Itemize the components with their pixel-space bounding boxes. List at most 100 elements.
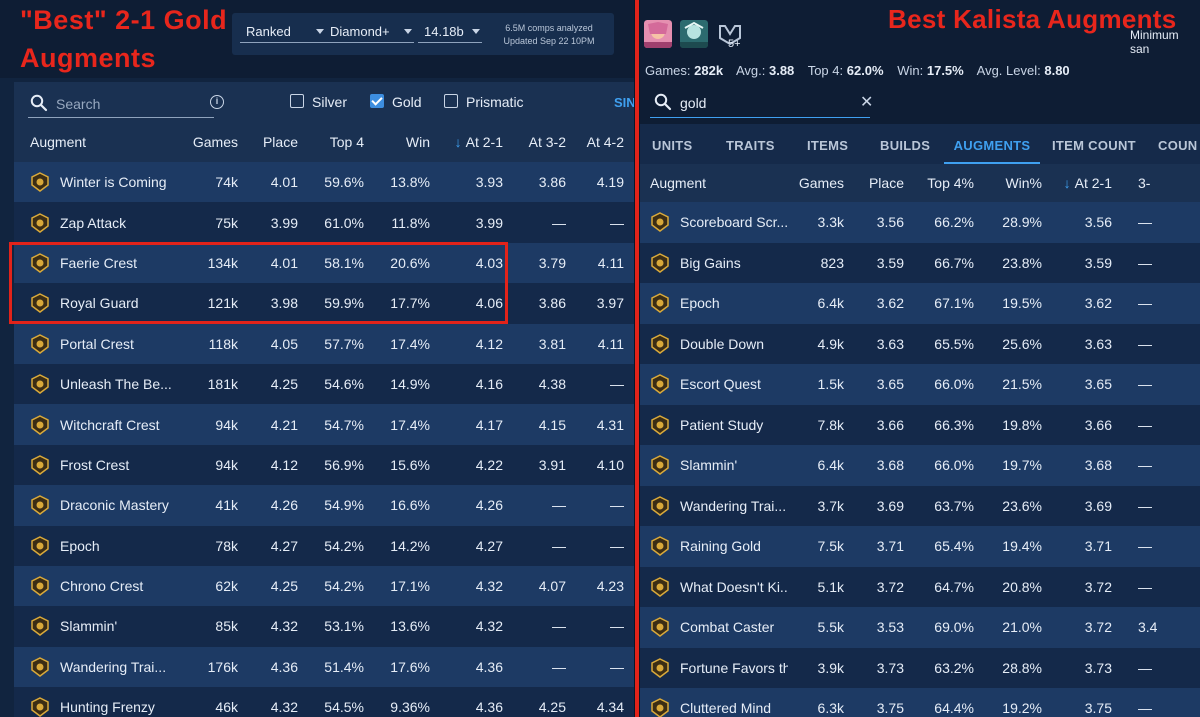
tab-sin-partial[interactable]: SIN [614,95,634,110]
cell-extra: — [1122,202,1200,243]
table-row[interactable]: Wandering Trai... 176k 4.36 51.4% 17.6% 4.36—… [14,646,634,688]
cell-top4: 66.7% [914,242,984,283]
cell-games: 6.4k [788,283,854,324]
info-icon[interactable]: i [210,95,224,109]
table-row[interactable]: Combat Caster 5.5k 3.53 69.0% 21.0% 3.72 3.4 [640,607,1200,648]
clear-search-icon[interactable]: ✕ [860,92,873,112]
col-at21-header[interactable]: ↓ At 2-1 [440,122,513,162]
cell-games: 3.3k [788,202,854,243]
mode-dropdown[interactable]: Ranked [240,21,326,43]
big-gains-icon [651,252,669,273]
cell-at32: 3.91 [513,444,576,486]
search-filter-row: i Silver Gold Prismatic SIN [14,82,634,122]
table-row[interactable]: Slammin' 6.4k 3.68 66.0% 19.7% 3.68— [640,445,1200,486]
cell-place: 3.59 [854,242,914,283]
cell-at21: 3.59 [1052,242,1122,283]
left-panel: "Best" 2-1 Gold Augments Ranked Diamond+… [0,0,634,717]
cell-place: 4.27 [248,525,308,566]
cell-place: 3.63 [854,323,914,364]
table-row[interactable]: Big Gains 823 3.59 66.7% 23.8% 3.59— [640,242,1200,283]
cell-top4: 63.2% [914,647,984,688]
augment-cell: Raining Gold [640,526,788,567]
cell-place: 3.72 [854,566,914,607]
cell-win: 19.2% [984,688,1052,717]
cell-top4: 67.1% [914,283,984,324]
table-row[interactable]: Double Down 4.9k 3.63 65.5% 25.6% 3.63— [640,323,1200,364]
augment-search-input[interactable] [680,93,830,113]
table-row[interactable]: Escort Quest 1.5k 3.65 66.0% 21.5% 3.65— [640,364,1200,405]
col-top4-header[interactable]: Top 4 [308,122,374,162]
cell-games: 62k [182,565,248,607]
col-win-header[interactable]: Win% [984,164,1052,202]
cell-at21: 3.63 [1052,323,1122,364]
col-augment-header[interactable]: Augment [14,122,182,162]
table-row[interactable]: Zap Attack 75k 3.99 61.0% 11.8% 3.99— — [14,202,634,243]
col-at21-header[interactable]: ↓ At 2-1 [1052,164,1122,202]
cell-at42: — [576,363,634,405]
col-at32-header[interactable]: At 3-2 [513,122,576,162]
table-row[interactable]: Frost Crest 94k 4.12 56.9% 15.6% 4.22 3.91 4.10 [14,444,634,486]
table-row[interactable]: Portal Crest 118k 4.05 57.7% 17.4% 4.12 3.81 4.… [14,323,634,364]
highlight-annotation-box [9,242,508,324]
table-row[interactable]: Winter is Coming 74k 4.01 59.6% 13.8% 3.93 3.8… [14,162,634,203]
tab-builds[interactable]: BUILDS [880,124,930,164]
prismatic-checkbox[interactable] [444,94,458,108]
col-augment-header[interactable]: Augment [640,164,788,202]
col-win-header[interactable]: Win [374,122,440,162]
table-row[interactable]: Epoch 6.4k 3.62 67.1% 19.5% 3.62— [640,283,1200,324]
table-row[interactable]: What Doesn't Ki... 5.1k 3.72 64.7% 20.8% 3.72… [640,566,1200,607]
search-input[interactable] [56,95,206,113]
tab-augments[interactable]: AUGMENTS [944,124,1040,164]
augment-cell: Combat Caster [640,607,788,648]
col-games-header[interactable]: Games [182,122,248,162]
table-row[interactable]: Raining Gold 7.5k 3.71 65.4% 19.4% 3.71— [640,526,1200,567]
tab-units[interactable]: UNITS [652,124,693,164]
rank-dropdown[interactable]: Diamond+ [324,21,414,43]
table-row[interactable]: Wandering Trai... 3.7k 3.69 63.7% 23.6% 3.69— [640,485,1200,526]
table-row[interactable]: Scoreboard Scr... 3.3k 3.56 66.2% 28.9% 3.56— [640,202,1200,243]
cell-games: 118k [182,323,248,364]
tab-traits[interactable]: TRAITS [726,124,775,164]
unit-portrait-icon[interactable] [680,20,708,48]
witchcraft-crest-icon [31,414,49,435]
silver-checkbox[interactable] [290,94,304,108]
frost-crest-icon [31,455,49,475]
table-row[interactable]: Epoch 78k 4.27 54.2% 14.2% 4.27— — [14,525,634,566]
table-row[interactable]: Cluttered Mind 6.3k 3.75 64.4% 19.2% 3.75— [640,688,1200,717]
table-row[interactable]: Slammin' 85k 4.32 53.1% 13.6% 4.32— — [14,606,634,647]
table-row[interactable]: Draconic Mastery 41k 4.26 54.9% 16.6% 4.26— — [14,485,634,526]
col-extra-header[interactable]: 3- [1122,164,1200,202]
tab-items[interactable]: ITEMS [807,124,848,164]
col-games-header[interactable]: Games [788,164,854,202]
trait-level-icon[interactable]: 5+ [716,20,744,48]
cell-top4: 54.6% [308,363,374,405]
cell-top4: 54.2% [308,525,374,566]
table-row[interactable]: Witchcraft Crest 94k 4.21 54.7% 17.4% 4.17 4.1… [14,404,634,445]
unit-portrait-icon[interactable] [644,20,672,48]
cell-place: 3.68 [854,445,914,486]
tab-item-count[interactable]: ITEM COUNT [1052,124,1136,164]
cell-win: 21.5% [984,364,1052,405]
cell-at21: 3.72 [1052,566,1122,607]
col-top4-header[interactable]: Top 4% [914,164,984,202]
cell-extra: — [1122,323,1200,364]
gold-checkbox[interactable] [370,94,384,108]
cell-top4: 64.7% [914,566,984,607]
col-place-header[interactable]: Place [854,164,914,202]
table-row[interactable]: Fortune Favors th...3.9k3.7363.2%28.8%3.… [640,647,1200,688]
augment-search-field[interactable]: ✕ [650,88,873,118]
col-at42-header[interactable]: At 4-2 [576,122,634,162]
augment-name: Big Gains [680,254,741,271]
table-row[interactable]: Unleash The Be... 181k 4.25 54.6% 14.9% 4.16 4… [14,363,634,405]
augment-cell: Escort Quest [640,364,788,405]
tab-count-partial[interactable]: COUN [1158,124,1197,164]
augment-cell: Hunting Frenzy [14,687,182,717]
table-row[interactable]: Patient Study 7.8k 3.66 66.3% 19.8% 3.66— [640,404,1200,445]
table-row[interactable]: Hunting Frenzy 46k 4.32 54.5% 9.36% 4.36 4.25 4… [14,687,634,717]
search-field[interactable] [28,90,214,118]
col-place-header[interactable]: Place [248,122,308,162]
table-row[interactable]: Chrono Crest 62k 4.25 54.2% 17.1% 4.32 4.07 4.2… [14,565,634,607]
cell-at42: — [576,525,634,566]
patch-dropdown[interactable]: 14.18b [418,21,482,43]
augment-cell: Wandering Trai... [640,485,788,526]
